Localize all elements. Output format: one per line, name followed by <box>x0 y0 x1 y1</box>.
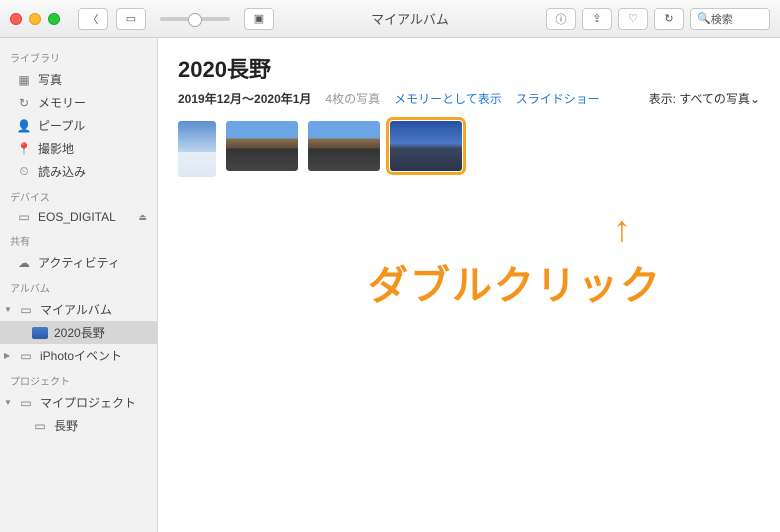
info-button[interactable]: ⓘ <box>546 8 576 30</box>
sidebar-item-places[interactable]: 📍撮影地 <box>0 137 157 160</box>
section-header-projects: プロジェクト <box>0 367 157 391</box>
content-area: 2020長野 2019年12月〜2020年1月 4枚の写真 メモリーとして表示 … <box>158 38 780 532</box>
chevron-down-icon: ⌄ <box>750 92 760 106</box>
thumbnail-mode-button[interactable]: ▣ <box>244 8 274 30</box>
titlebar: 〈 ▭ ▣ マイアルバム ⓘ ⇪ ♡ ↻ 🔍 検索 <box>0 0 780 38</box>
search-input[interactable]: 🔍 検索 <box>690 8 770 30</box>
sidebar-item-people[interactable]: 👤ピープル <box>0 114 157 137</box>
fullscreen-icon[interactable] <box>48 13 60 25</box>
favorite-button[interactable]: ♡ <box>618 8 648 30</box>
photo-count: 4枚の写真 <box>325 90 380 107</box>
places-icon: 📍 <box>16 142 32 156</box>
folder-icon: ▭ <box>18 303 34 317</box>
meta-row: 2019年12月〜2020年1月 4枚の写真 メモリーとして表示 スライドショー… <box>178 90 760 107</box>
sidebar-item-eos-digital[interactable]: ▭EOS_DIGITAL⏏ <box>0 207 157 227</box>
device-icon: ▭ <box>16 210 32 224</box>
section-header-albums: アルバム <box>0 274 157 298</box>
link-show-as-memory[interactable]: メモリーとして表示 <box>394 90 502 107</box>
sidebar-item-memories[interactable]: ↻メモリー <box>0 91 157 114</box>
annotation-arrow: ↑ <box>613 208 631 250</box>
memories-icon: ↻ <box>16 96 32 110</box>
folder-icon: ▭ <box>18 349 34 363</box>
disclosure-icon[interactable]: ▼ <box>4 398 12 407</box>
photo-thumb-2[interactable] <box>226 121 298 171</box>
sidebar-item-iphoto-event[interactable]: ▶▭iPhotoイベント <box>0 344 157 367</box>
close-icon[interactable] <box>10 13 22 25</box>
photo-thumb-3[interactable] <box>308 121 380 171</box>
view-toggle-button[interactable]: ▭ <box>116 8 146 30</box>
sidebar-item-my-album[interactable]: ▼▭マイアルバム <box>0 298 157 321</box>
section-header-shared: 共有 <box>0 227 157 251</box>
minimize-icon[interactable] <box>29 13 41 25</box>
share-button[interactable]: ⇪ <box>582 8 612 30</box>
date-range: 2019年12月〜2020年1月 <box>178 90 311 107</box>
back-button[interactable]: 〈 <box>78 8 108 30</box>
section-header-library: ライブラリ <box>0 44 157 68</box>
folder-icon: ▭ <box>18 396 34 410</box>
disclosure-icon[interactable]: ▼ <box>4 305 12 314</box>
display-filter[interactable]: 表示: すべての写真⌄ <box>649 90 760 107</box>
eject-icon[interactable]: ⏏ <box>138 212 147 223</box>
thumbnail-grid <box>178 121 760 177</box>
link-slideshow[interactable]: スライドショー <box>516 90 600 107</box>
book-icon: ▭ <box>32 419 48 433</box>
sidebar-item-photos[interactable]: ▦写真 <box>0 68 157 91</box>
rotate-button[interactable]: ↻ <box>654 8 684 30</box>
disclosure-icon[interactable]: ▶ <box>4 351 12 360</box>
import-icon: ⏲ <box>16 165 32 179</box>
cloud-icon: ☁ <box>16 256 32 270</box>
sidebar-item-import[interactable]: ⏲読み込み <box>0 160 157 183</box>
annotation-text: ダブルクリック <box>368 253 662 311</box>
photo-thumb-1[interactable] <box>178 121 216 177</box>
album-title: 2020長野 <box>178 52 760 84</box>
zoom-slider[interactable] <box>160 17 230 21</box>
people-icon: 👤 <box>16 119 32 133</box>
album-thumb-icon <box>32 327 48 339</box>
sidebar: ライブラリ ▦写真 ↻メモリー 👤ピープル 📍撮影地 ⏲読み込み デバイス ▭E… <box>0 38 158 532</box>
sidebar-item-2020-nagano[interactable]: 2020長野 <box>0 321 157 344</box>
window-controls <box>10 13 60 25</box>
photo-thumb-4[interactable] <box>390 121 462 171</box>
sidebar-item-activity[interactable]: ☁アクティビティ <box>0 251 157 274</box>
photos-icon: ▦ <box>16 73 32 87</box>
sidebar-item-nagano[interactable]: ▭長野 <box>0 414 157 437</box>
section-header-devices: デバイス <box>0 183 157 207</box>
window-title: マイアルバム <box>282 9 538 28</box>
sidebar-item-my-project[interactable]: ▼▭マイプロジェクト <box>0 391 157 414</box>
